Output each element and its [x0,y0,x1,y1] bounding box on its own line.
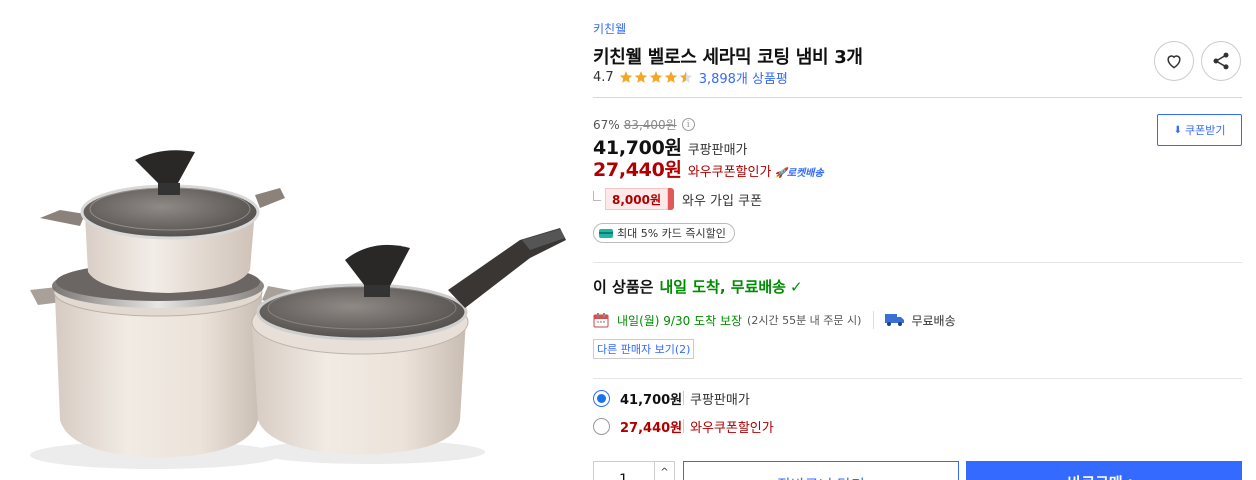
truck-icon [885,314,905,326]
chevron-up-icon[interactable]: ^ [654,462,674,480]
rocket-badge-text: 로켓배송 [786,168,824,179]
card-discount-label: 최대 5% 카드 즉시할인 [617,227,726,240]
share-button[interactable] [1201,41,1241,81]
separator [683,391,684,405]
price-option-2[interactable]: 27,440원 와우쿠폰할인가 [593,416,774,436]
star-icon [634,71,647,83]
wow-coupon-row: 8,000원 와우 가입 쿠폰 [593,188,762,210]
price-option-1[interactable]: 41,700원 쿠팡판매가 [593,388,750,408]
free-shipping-label: 무료배송 [911,313,956,328]
buy-now-button[interactable]: 바로구매 > [966,461,1242,480]
brand-link[interactable]: 키친웰 [593,20,626,37]
rating-score: 4.7 [593,69,614,85]
download-icon: ⬇ [1173,124,1182,136]
delivery-info-row: 내일(월) 9/30 도착 보장 (2시간 55분 내 주문 시) 무료배송 [593,310,956,330]
delivery-headline-prefix: 이 상품은 [593,278,654,296]
wishlist-button[interactable] [1154,41,1194,81]
star-icon [619,71,632,83]
divider [593,262,1242,263]
heart-icon [1167,55,1181,69]
divider [593,97,1242,98]
divider [593,378,1242,379]
other-sellers-button[interactable]: 다른 판매자 보기(2) [593,339,695,359]
wow-coupon-amount: 8,000원 [605,188,668,210]
wow-coupon-label: 와우 가입 쿠폰 [682,193,763,209]
option-label: 와우쿠폰할인가 [690,420,774,436]
delivery-headline-green: 내일 도착, 무료배송 [659,278,786,296]
coupon-button-label: 쿠폰받기 [1184,124,1226,137]
delivery-condition: (2시간 55분 내 주문 시) [747,314,862,327]
share-icon [1213,52,1229,70]
bracket-line [593,191,601,201]
star-icon [664,71,677,83]
option-price: 41,700원 [620,392,683,408]
coupon-tag-icon [668,188,674,210]
coupon-download-button[interactable]: ⬇ 쿠폰받기 [1157,114,1242,146]
card-discount-badge[interactable]: 최대 5% 카드 즉시할인 [593,223,735,243]
calendar-icon [593,313,609,328]
star-icon [649,71,662,83]
separator [683,419,684,433]
check-icon: ✓ [789,277,803,296]
review-count-link[interactable]: 3,898개 상품평 [699,68,788,87]
product-info-panel: 키친웰 키친웰 벨로스 세라믹 코팅 냄비 3개 4.7 3,898개 상품평 … [593,0,1243,480]
star-rating [619,70,694,84]
delivery-headline: 이 상품은 내일 도착, 무료배송 ✓ [593,276,803,297]
delivery-date: 내일(월) 9/30 도착 보장 [617,313,743,328]
info-icon[interactable]: i [681,118,695,131]
product-title: 키친웰 벨로스 세라믹 코팅 냄비 3개 [593,47,863,68]
original-price: 83,400원 [623,118,677,132]
wow-price-label: 와우쿠폰할인가 [687,165,772,180]
rating-row: 4.7 3,898개 상품평 [593,68,788,87]
wow-price-row: 27,440원 와우쿠폰할인가 🚀로켓배송 [593,155,824,182]
quantity-value[interactable]: 1 [619,472,628,480]
radio-button-selected[interactable] [593,389,610,407]
discount-rate: 67% [593,117,620,132]
product-image [0,0,580,480]
separator [873,311,875,329]
wow-price: 27,440원 [593,159,682,181]
quantity-stepper[interactable]: 1 ^ [593,461,675,480]
rocket-delivery-badge: 🚀로켓배송 [774,168,824,179]
option-price: 27,440원 [620,420,683,436]
option-label: 쿠팡판매가 [690,392,750,408]
half-star-icon [679,71,692,83]
add-to-cart-button[interactable]: 장바구니 담기 [683,461,959,480]
discount-row: 67% 83,400원 i [593,116,695,133]
radio-button[interactable] [593,417,610,435]
credit-card-icon [599,228,613,238]
